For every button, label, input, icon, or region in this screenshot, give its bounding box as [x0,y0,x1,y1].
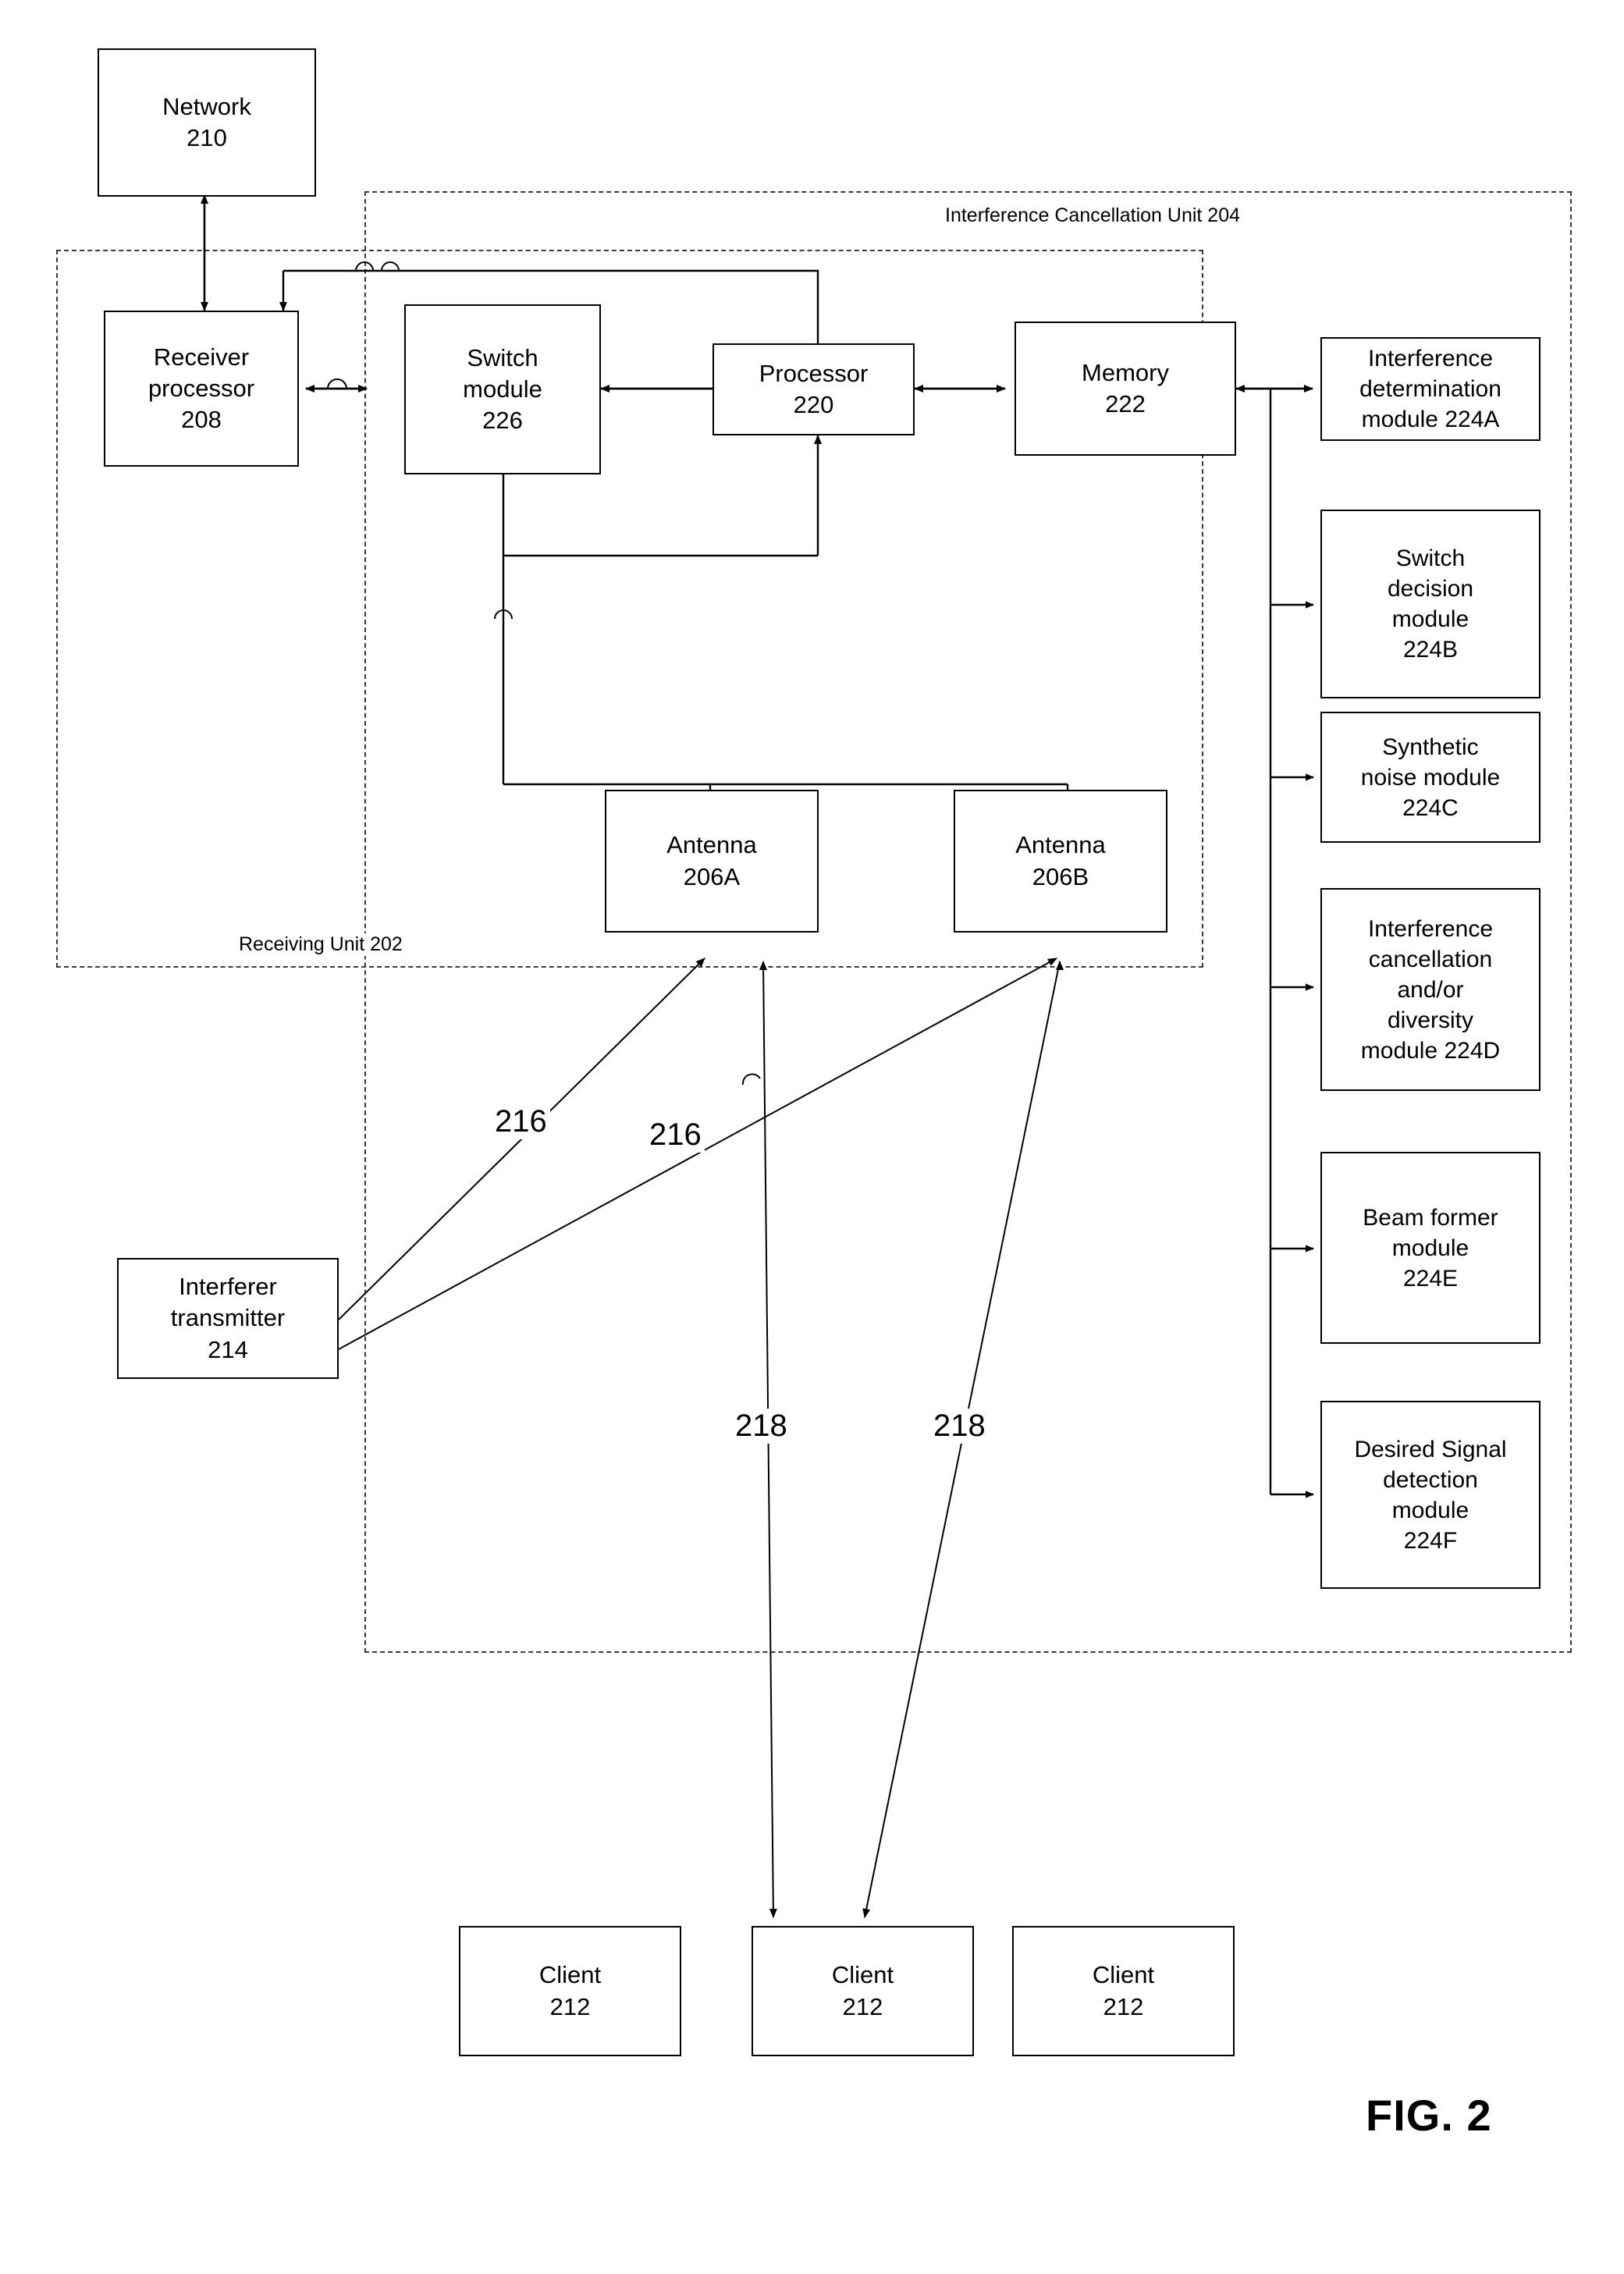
node-module-224c-label: Synthetic noise module 224C [1360,734,1501,821]
node-antenna-206b-label: Antenna 206B [1015,831,1106,890]
node-module-224d-label: Interference cancellation and/or diversi… [1360,915,1501,1064]
node-memory[interactable]: Memory 222 [1015,322,1236,456]
node-receiver-processor[interactable]: Receiver processor 208 [104,311,299,467]
node-module-224a-label: Interference determination module 224A [1359,346,1501,432]
node-memory-label: Memory 222 [1082,358,1169,417]
figure-caption: FIG. 2 [1366,2091,1492,2140]
node-module-224e-label: Beam former module 224E [1363,1204,1498,1292]
node-client-1[interactable]: Client 212 [459,1926,681,2056]
group-label-interference-cancellation-unit: Interference Cancellation Unit 204 [940,204,1246,227]
node-processor-label: Processor 220 [759,359,869,418]
node-client-3-label: Client 212 [1092,1961,1155,2020]
node-client-1-label: Client 212 [538,1961,602,2020]
figure-canvas: Interference Cancellation Unit 204 Recei… [0,0,1624,2274]
node-receiver-processor-label: Receiver processor 208 [147,343,255,434]
node-antenna-206a[interactable]: Antenna 206A [605,790,819,933]
reference-numeral-218-b: 218 [930,1409,989,1444]
node-module-224d[interactable]: Interference cancellation and/or diversi… [1320,888,1540,1091]
reference-numeral-218-a: 218 [732,1409,791,1444]
node-client-2[interactable]: Client 212 [752,1926,974,2056]
node-switch-module[interactable]: Switch module 226 [404,304,601,474]
node-module-224e[interactable]: Beam former module 224E [1320,1152,1540,1344]
group-label-receiving-unit: Receiving Unit 202 [234,933,407,956]
node-network[interactable]: Network 210 [98,48,316,197]
node-module-224f[interactable]: Desired Signal detection module 224F [1320,1401,1540,1589]
node-module-224c[interactable]: Synthetic noise module 224C [1320,712,1540,843]
node-interferer-transmitter-label: Interferer transmitter 214 [170,1273,286,1363]
reference-numeral-216-a: 216 [492,1104,550,1139]
node-network-label: Network 210 [162,92,251,151]
node-module-224b[interactable]: Switch decision module 224B [1320,510,1540,698]
node-module-224f-label: Desired Signal detection module 224F [1354,1436,1507,1554]
node-module-224a[interactable]: Interference determination module 224A [1320,337,1540,441]
node-antenna-206a-label: Antenna 206A [666,831,757,890]
node-processor[interactable]: Processor 220 [712,343,915,435]
node-interferer-transmitter[interactable]: Interferer transmitter 214 [117,1258,339,1379]
node-module-224b-label: Switch decision module 224B [1387,545,1474,663]
node-antenna-206b[interactable]: Antenna 206B [954,790,1167,933]
reference-numeral-216-b: 216 [646,1117,705,1153]
node-switch-module-label: Switch module 226 [463,343,542,435]
node-client-2-label: Client 212 [831,1961,894,2020]
node-client-3[interactable]: Client 212 [1012,1926,1235,2056]
